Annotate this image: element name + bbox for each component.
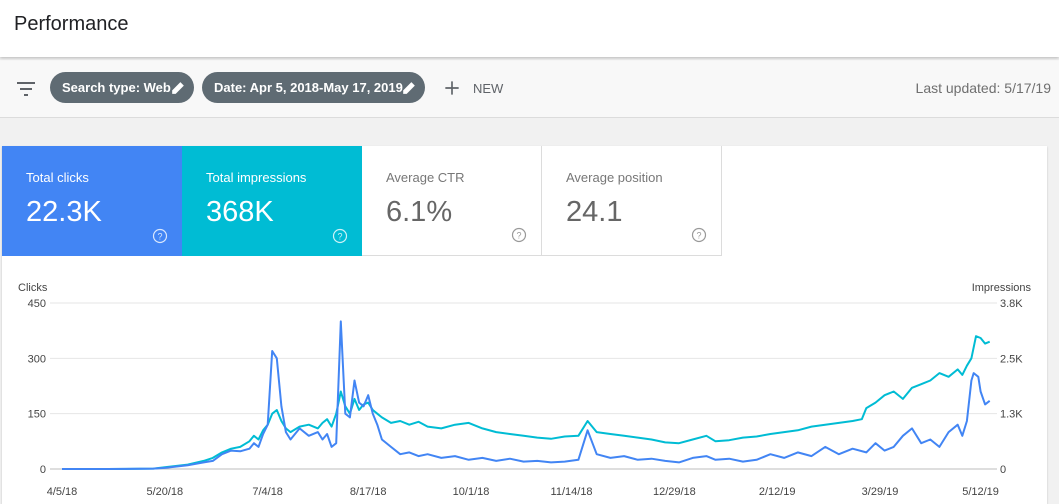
date-range-chip[interactable]: Date: Apr 5, 2018-May 17, 2019 <box>202 72 425 103</box>
x-tick-label: 5/12/19 <box>962 486 999 498</box>
right-axis-label: Impressions <box>972 282 1032 294</box>
plus-icon <box>445 81 459 95</box>
x-tick-label: 5/20/18 <box>146 486 183 498</box>
right-tick-label: 0 <box>1000 464 1006 476</box>
date-range-chip-label: Date: Apr 5, 2018-May 17, 2019 <box>214 80 403 95</box>
pencil-icon <box>172 82 184 94</box>
x-tick-label: 7/4/18 <box>252 486 283 498</box>
filter-icon[interactable] <box>14 77 38 101</box>
performance-chart[interactable]: Clicks Impressions 0 150 300 450 0 1.3K 2.5K 3.… <box>2 146 1047 504</box>
new-filter-label: NEW <box>473 80 504 96</box>
left-tick-label: 0 <box>40 464 46 476</box>
x-tick-label: 10/1/18 <box>453 486 490 498</box>
series-line-clicks <box>62 320 991 470</box>
right-tick-label: 1.3K <box>1000 409 1023 421</box>
new-filter-button[interactable]: NEW <box>442 76 503 100</box>
left-tick-label: 300 <box>28 353 46 365</box>
right-tick-label: 3.8K <box>1000 298 1023 310</box>
page-title: Performance <box>14 13 129 35</box>
right-tick-label: 2.5K <box>1000 353 1023 365</box>
left-tick-label: 150 <box>28 409 46 421</box>
x-tick-label: 4/5/18 <box>47 486 78 498</box>
filter-toolbar: Search type: Web Date: Apr 5, 2018-May 1… <box>0 60 1059 118</box>
page-header: Performance <box>0 0 1059 57</box>
performance-card: Total clicks 22.3K ? Total impressions 3… <box>2 146 1047 504</box>
pencil-icon <box>403 82 415 94</box>
left-axis-label: Clicks <box>18 282 48 294</box>
x-tick-label: 8/17/18 <box>350 486 387 498</box>
x-tick-label: 3/29/19 <box>862 486 899 498</box>
last-updated-text: Last updated: 5/17/19 <box>915 80 1051 96</box>
search-type-chip[interactable]: Search type: Web <box>50 72 194 103</box>
left-tick-label: 450 <box>28 298 46 310</box>
x-tick-label: 12/29/18 <box>653 486 696 498</box>
search-type-chip-label: Search type: Web <box>62 80 171 95</box>
x-tick-label: 2/12/19 <box>759 486 796 498</box>
x-tick-label: 11/14/18 <box>551 486 593 498</box>
